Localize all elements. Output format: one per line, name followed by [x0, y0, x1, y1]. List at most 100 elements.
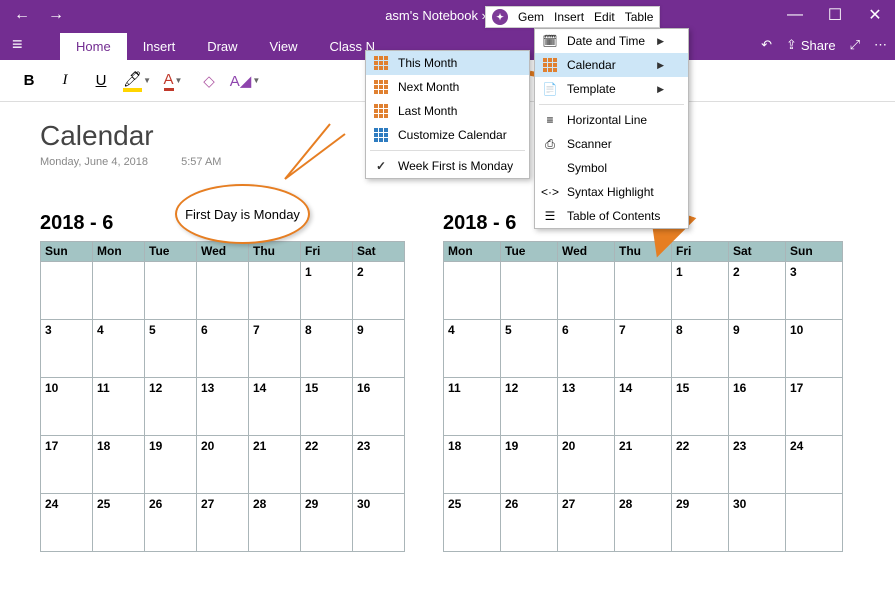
calendar-cell: 20	[558, 436, 615, 494]
calendar-cell: 19	[501, 436, 558, 494]
calendar-header: Sun	[41, 242, 93, 262]
menu-date-time[interactable]: 🗓Date and Time▶	[535, 29, 688, 53]
calendar-left: 2018 - 6 SunMonTueWedThuFriSat1234567891…	[40, 212, 405, 552]
win-close[interactable]: ✕	[855, 0, 895, 30]
font-color-button[interactable]: A▼	[162, 70, 184, 92]
calendar-cell: 10	[786, 320, 843, 378]
clear-format-button[interactable]: ◇	[198, 70, 220, 92]
calendar-cell: 26	[145, 494, 197, 552]
calendar-cell	[558, 262, 615, 320]
scanner-icon: ⎙	[541, 135, 559, 153]
menu-scanner[interactable]: ⎙Scanner	[535, 132, 688, 156]
calendar-cell	[249, 262, 301, 320]
calendar-cell: 7	[615, 320, 672, 378]
calendar-cell	[145, 262, 197, 320]
check-icon: ✓	[372, 157, 390, 175]
win-maximize[interactable]: ☐	[815, 0, 855, 30]
calendar-header: Fri	[301, 242, 353, 262]
calendar-cell: 13	[558, 378, 615, 436]
calendar-left-table: SunMonTueWedThuFriSat1234567891011121314…	[40, 241, 405, 552]
win-minimize[interactable]: —	[775, 0, 815, 30]
calendar-cell: 17	[786, 378, 843, 436]
menu-this-month[interactable]: This Month	[366, 51, 529, 75]
calendar-cell: 29	[301, 494, 353, 552]
underline-button[interactable]: U	[90, 70, 112, 92]
calendar-cell: 8	[301, 320, 353, 378]
calendar-cell: 21	[249, 436, 301, 494]
italic-button[interactable]: I	[54, 70, 76, 92]
calendar-cell: 28	[249, 494, 301, 552]
gem-menu-edit[interactable]: Edit	[594, 10, 615, 24]
styles-button[interactable]: A◢▼	[234, 70, 256, 92]
bold-button[interactable]: B	[18, 70, 40, 92]
calendar-cell: 22	[301, 436, 353, 494]
calendar-cell: 19	[145, 436, 197, 494]
calendar-page-icon: 🗓	[541, 32, 559, 50]
nav-back[interactable]: ←	[8, 3, 36, 27]
calendar-cell: 26	[501, 494, 558, 552]
calendar-cell	[786, 494, 843, 552]
calendar-cell: 25	[444, 494, 501, 552]
calendar-cell: 21	[615, 436, 672, 494]
calendar-cell: 23	[729, 436, 786, 494]
calendar-cell: 10	[41, 378, 93, 436]
calendar-cell: 11	[444, 378, 501, 436]
tab-insert[interactable]: Insert	[127, 33, 192, 60]
calendar-cell: 22	[672, 436, 729, 494]
calendar-header: Fri	[672, 242, 729, 262]
titlebar: ← → asm's Notebook » Qu — ☐ ✕	[0, 0, 895, 30]
menu-customize-calendar[interactable]: Customize Calendar	[366, 123, 529, 147]
menu-week-first-monday[interactable]: ✓Week First is Monday	[366, 154, 529, 178]
menu-toc[interactable]: ☰Table of Contents	[535, 204, 688, 228]
calendar-cell: 8	[672, 320, 729, 378]
highlight-button[interactable]: 🖊▼	[126, 70, 148, 92]
fullscreen-button[interactable]: ⤢	[850, 37, 860, 53]
menu-last-month[interactable]: Last Month	[366, 99, 529, 123]
calendar-cell: 9	[729, 320, 786, 378]
insert-submenu: 🗓Date and Time▶ Calendar▶ 📄Template▶ ≡Ho…	[534, 28, 689, 229]
calendar-cell	[615, 262, 672, 320]
calendar-cell: 7	[249, 320, 301, 378]
calendar-header: Sat	[729, 242, 786, 262]
calendar-cell: 4	[444, 320, 501, 378]
calendar-header: Sat	[353, 242, 405, 262]
calendar-header: Sun	[786, 242, 843, 262]
chevron-right-icon: ▶	[657, 36, 664, 47]
calendar-cell: 3	[41, 320, 93, 378]
more-button[interactable]: ⋯	[874, 37, 887, 53]
calendar-cell: 9	[353, 320, 405, 378]
page-date: Monday, June 4, 2018	[40, 156, 148, 168]
menu-symbol[interactable]: Symbol	[535, 156, 688, 180]
menu-calendar[interactable]: Calendar▶	[535, 53, 688, 77]
calendar-cell: 25	[93, 494, 145, 552]
calendar-cell: 11	[93, 378, 145, 436]
hamburger-icon[interactable]: ≡	[12, 34, 23, 55]
tab-draw[interactable]: Draw	[191, 33, 253, 60]
menu-horizontal-line[interactable]: ≡Horizontal Line	[535, 108, 688, 132]
calendar-submenu: This Month Next Month Last Month Customi…	[365, 50, 530, 179]
gem-menu-table[interactable]: Table	[625, 10, 654, 24]
calendar-cell: 5	[501, 320, 558, 378]
calendar-cell: 30	[729, 494, 786, 552]
undo-button[interactable]: ↶	[761, 37, 772, 53]
menu-template[interactable]: 📄Template▶	[535, 77, 688, 101]
calendar-cell: 24	[786, 436, 843, 494]
tab-view[interactable]: View	[254, 33, 314, 60]
calendar-header: Thu	[615, 242, 672, 262]
calendar-cell: 14	[615, 378, 672, 436]
menu-next-month[interactable]: Next Month	[366, 75, 529, 99]
calendar-cell: 6	[558, 320, 615, 378]
share-button[interactable]: ⇪Share	[786, 37, 836, 53]
gem-menu-gem[interactable]: Gem	[518, 10, 544, 24]
gem-menu-insert[interactable]: Insert	[554, 10, 584, 24]
calendar-cell: 2	[729, 262, 786, 320]
calendar-right-table: MonTueWedThuFriSatSun1234567891011121314…	[443, 241, 843, 552]
nav-forward[interactable]: →	[42, 3, 70, 27]
calendar-cell: 23	[353, 436, 405, 494]
template-icon: 📄	[541, 80, 559, 98]
calendar-cell: 15	[301, 378, 353, 436]
tab-home[interactable]: Home	[60, 33, 127, 60]
calendar-cell: 12	[145, 378, 197, 436]
calendar-cell: 16	[729, 378, 786, 436]
menu-syntax-highlight[interactable]: <·>Syntax Highlight	[535, 180, 688, 204]
